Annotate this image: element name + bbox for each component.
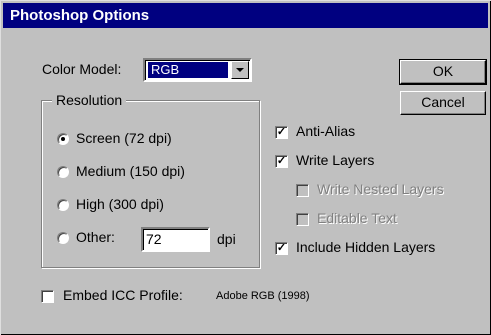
write-nested-layers-label[interactable]: Write Nested Layers xyxy=(317,181,444,197)
radio-other[interactable] xyxy=(57,232,69,244)
check-icon: ✓ xyxy=(276,242,287,254)
include-hidden-layers-label[interactable]: Include Hidden Layers xyxy=(296,239,435,255)
dropdown-arrow-button[interactable] xyxy=(231,61,249,79)
write-layers-checkbox[interactable]: ✓ xyxy=(275,155,288,168)
radio-high-label[interactable]: High (300 dpi) xyxy=(76,196,164,212)
dpi-unit-label: dpi xyxy=(217,231,236,247)
other-dpi-input[interactable]: 72 xyxy=(141,227,210,252)
write-nested-layers-checkbox[interactable] xyxy=(296,184,309,197)
embed-icc-checkbox[interactable] xyxy=(41,290,54,303)
radio-medium[interactable] xyxy=(57,166,69,178)
ok-button[interactable]: OK xyxy=(399,59,487,85)
window-title: Photoshop Options xyxy=(10,7,150,24)
icc-profile-name: Adobe RGB (1998) xyxy=(216,290,310,302)
other-dpi-value: 72 xyxy=(146,231,162,247)
resolution-group-label: Resolution xyxy=(52,92,127,108)
color-model-value: RGB xyxy=(148,62,228,78)
color-model-select[interactable]: RGB xyxy=(143,58,252,82)
radio-high[interactable] xyxy=(57,199,69,211)
editable-text-label[interactable]: Editable Text xyxy=(317,210,397,226)
include-hidden-layers-checkbox[interactable]: ✓ xyxy=(275,242,288,255)
write-layers-label[interactable]: Write Layers xyxy=(296,152,374,168)
check-icon: ✓ xyxy=(276,155,287,167)
cancel-button[interactable]: Cancel xyxy=(400,91,486,115)
radio-screen[interactable] xyxy=(57,133,69,145)
embed-icc-label[interactable]: Embed ICC Profile: xyxy=(63,287,183,303)
color-model-label: Color Model: xyxy=(42,61,122,77)
chevron-down-icon xyxy=(236,68,244,72)
radio-screen-label[interactable]: Screen (72 dpi) xyxy=(76,130,172,146)
check-icon: ✓ xyxy=(276,126,287,138)
radio-other-label[interactable]: Other: xyxy=(76,229,115,245)
photoshop-options-dialog: Photoshop Options Color Model: RGB OK Ca… xyxy=(0,0,491,335)
anti-alias-checkbox[interactable]: ✓ xyxy=(275,126,288,139)
anti-alias-label[interactable]: Anti-Alias xyxy=(296,123,355,139)
radio-medium-label[interactable]: Medium (150 dpi) xyxy=(76,163,185,179)
editable-text-checkbox[interactable] xyxy=(296,213,309,226)
title-bar: Photoshop Options xyxy=(3,3,488,28)
